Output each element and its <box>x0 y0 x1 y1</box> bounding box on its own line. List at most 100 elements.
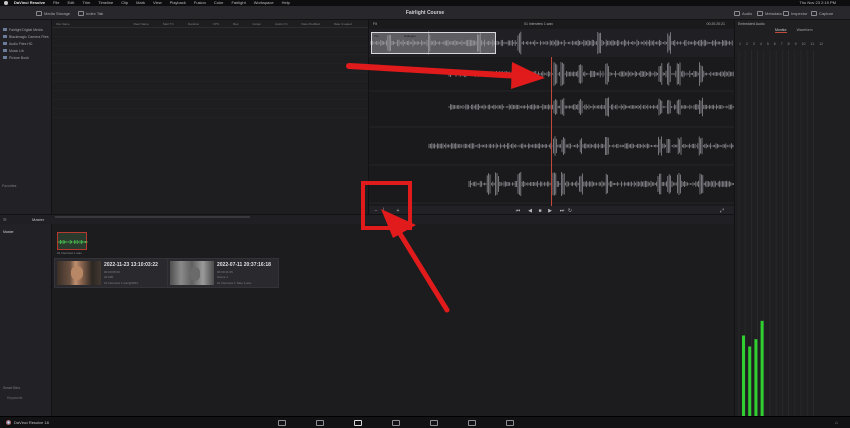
selected-clip-label: 01 Interview 1.wav <box>57 251 82 255</box>
list-row[interactable] <box>52 46 368 55</box>
inspector-icon <box>783 10 789 16</box>
channel-label: 6 <box>773 42 776 46</box>
deliver-page-icon[interactable] <box>506 420 514 426</box>
clip-thumbnail <box>57 261 101 285</box>
channel-label: 10 <box>801 42 806 46</box>
col-res[interactable]: Res <box>233 22 238 26</box>
list-row[interactable] <box>52 73 368 82</box>
master-bin-label: Master <box>32 217 45 222</box>
capture-button[interactable]: Capture <box>811 9 833 17</box>
overview-label-2: Dialogue <box>404 34 416 38</box>
channel-numbers: 1 2 3 4 5 6 7 8 9 10 11 12 <box>739 42 823 46</box>
drive-icon <box>3 49 7 52</box>
fairlight-page-icon[interactable] <box>468 420 476 426</box>
drive-icon <box>3 42 7 45</box>
horizontal-scrollbar[interactable] <box>55 216 250 218</box>
clip-meta: 01 Interview 1 Take 1.wav <box>217 281 252 285</box>
media-file-list: File Name Reel Name Start TC Duration FP… <box>52 20 368 214</box>
tab-waveform[interactable]: Waveform <box>797 28 813 33</box>
audio-viewer: Fit 01 Interview 1.wav 00:20:20:21 Tim D… <box>368 20 735 216</box>
col-audio-ch[interactable]: Audio Ch <box>275 22 287 26</box>
inspector-button[interactable]: Inspector <box>783 9 807 17</box>
media-pool-clip[interactable]: 2022-07-11 20:37:16:18 00:00:41:05 Scene… <box>167 258 279 288</box>
viewer-header: Fit 01 Interview 1.wav 00:20:20:21 <box>369 20 735 29</box>
channel-label: 8 <box>787 42 790 46</box>
playhead[interactable] <box>551 57 552 206</box>
col-reel-name[interactable]: Reel Name <box>134 22 149 26</box>
resolve-brand-label: DaVinci Resolve 18 <box>14 420 49 425</box>
col-fps[interactable]: FPS <box>213 22 219 26</box>
edit-page-icon[interactable] <box>354 420 362 426</box>
file-list-header: File Name Reel Name Start TC Duration FP… <box>52 20 368 28</box>
audio-meters <box>738 50 814 416</box>
clip-meta: Scene 1 <box>217 275 229 279</box>
channel-label: 1 <box>739 42 741 46</box>
meter-level-bar <box>754 339 758 416</box>
storage-item-label: Picture Book <box>9 55 29 60</box>
list-view-icon[interactable]: ☰ <box>3 217 7 222</box>
metadata-button[interactable]: Metadata <box>757 9 782 17</box>
waveform-tracks[interactable] <box>369 57 735 206</box>
drive-icon <box>3 35 7 38</box>
channel-label: 7 <box>780 42 783 46</box>
clip-meta: 01 Interview 1.wav@DRX <box>104 281 139 285</box>
apple-menu-icon[interactable] <box>4 1 8 5</box>
fusion-page-icon[interactable] <box>392 420 400 426</box>
zoom-dropdown[interactable]: Fit <box>373 22 377 26</box>
channel-label: 11 <box>810 42 815 46</box>
resolve-window: DaVinci Resolve File Edit Trim Timeline … <box>0 0 850 428</box>
storage-item-label: Audio Files HD <box>9 41 33 46</box>
resolve-logo-icon <box>6 420 11 425</box>
clip-timestamp: 2022-07-11 20:37:16:18 <box>217 262 271 268</box>
list-row[interactable] <box>52 82 368 91</box>
clip-meta: 24.000 <box>104 275 114 279</box>
col-date-created[interactable]: Date Created <box>334 22 352 26</box>
list-row[interactable] <box>52 109 368 118</box>
col-duration[interactable]: Duration <box>188 22 199 26</box>
clip-meta: 00:00:41:05 <box>217 270 233 274</box>
audio-tabs: Monitor Waveform <box>775 28 813 33</box>
storage-item[interactable]: Picture Book <box>0 54 51 61</box>
audio-icon <box>734 10 740 16</box>
selected-audio-clip[interactable] <box>57 232 88 250</box>
media-page-icon[interactable] <box>278 420 286 426</box>
tab-monitor[interactable]: Monitor <box>775 28 787 33</box>
overview-zoom-region[interactable]: Tim Dialogue <box>371 32 496 54</box>
waveform-overview[interactable]: Tim Dialogue <box>369 29 735 57</box>
storage-item[interactable]: Blackmagic Camera Files <box>0 33 51 40</box>
col-file-name[interactable]: File Name <box>56 22 70 26</box>
media-pool-clip[interactable]: 2022-11-23 13:10:03:22 00:00:05:00 24.00… <box>54 258 168 288</box>
metadata-icon <box>757 10 763 16</box>
storage-item[interactable]: Audio Files HD <box>0 40 51 47</box>
clip-meta: 00:00:05:00 <box>104 270 120 274</box>
embedded-audio-title: Embedded Audio <box>738 22 765 26</box>
list-row[interactable] <box>52 37 368 46</box>
clip-name: 01 Interview 1.wav <box>524 22 553 26</box>
storage-item[interactable]: Fairlight Digital Media <box>0 26 51 33</box>
audio-panel-button[interactable]: Audio <box>734 9 752 17</box>
list-row[interactable] <box>52 55 368 64</box>
storage-item-label: Music Lib <box>9 48 24 53</box>
master-bin[interactable]: Master <box>3 230 14 234</box>
cut-page-icon[interactable] <box>316 420 324 426</box>
meter-level-bar <box>760 320 764 416</box>
channel-label: 3 <box>752 42 755 46</box>
inspector-label: Inspector <box>791 10 808 16</box>
storage-item[interactable]: Music Lib <box>0 47 51 54</box>
media-pool: 01 Interview 1.wav 2022-11-23 13:10:03:2… <box>52 224 734 416</box>
channel-label: 2 <box>745 42 748 46</box>
timecode-display: 00:20:20:21 <box>706 22 726 26</box>
list-row[interactable] <box>52 91 368 100</box>
channel-label: 4 <box>759 42 762 46</box>
list-row[interactable] <box>52 28 368 37</box>
color-page-icon[interactable] <box>430 420 438 426</box>
col-start-tc[interactable]: Start TC <box>163 22 174 26</box>
meter-level-bar <box>742 335 745 416</box>
home-icon[interactable]: ⌂ <box>835 420 838 426</box>
col-date-modified[interactable]: Date Modified <box>301 22 320 26</box>
list-row[interactable] <box>52 100 368 109</box>
drive-icon <box>3 28 7 31</box>
list-row[interactable] <box>52 64 368 73</box>
keywords-bin[interactable]: Keywords <box>7 396 22 400</box>
col-codec[interactable]: Codec <box>252 22 261 26</box>
